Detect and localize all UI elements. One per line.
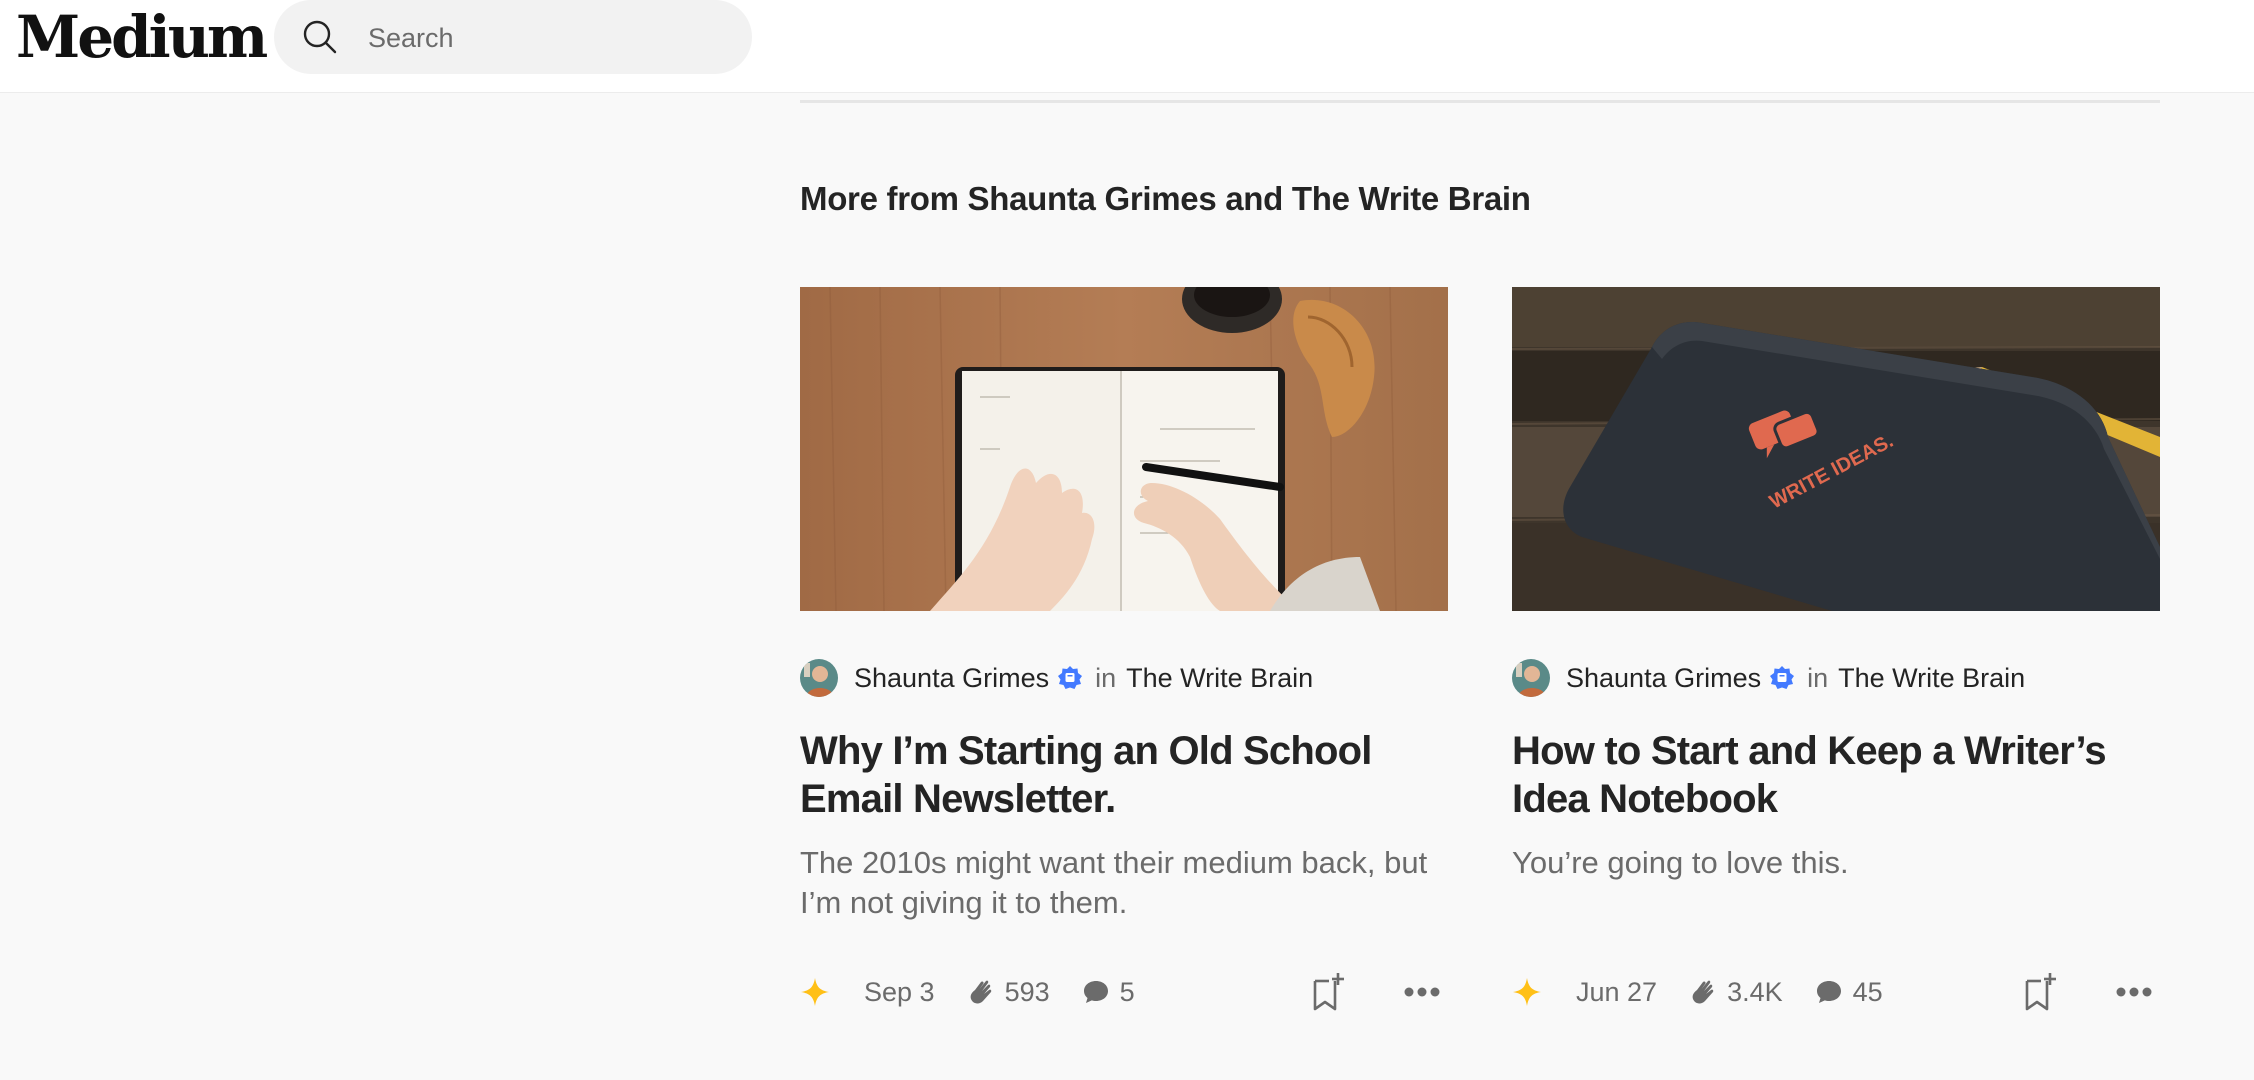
article-thumbnail-write-ideas[interactable]: WRITE IDEAS.: [1512, 287, 2160, 611]
search-input[interactable]: [366, 14, 730, 62]
medium-logo[interactable]: Medium: [16, 2, 268, 72]
byline: Shaunta Grimes in The Write Brain: [800, 657, 1448, 699]
top-navigation-bar: Medium: [0, 0, 2254, 93]
article-title[interactable]: Why I’m Starting an Old School Email New…: [800, 727, 1460, 823]
publish-date: Jun 27: [1576, 976, 1658, 1007]
author-avatar[interactable]: [1512, 659, 1550, 697]
clap-icon[interactable]: [967, 976, 999, 1008]
publish-date: Sep 3: [864, 976, 935, 1007]
clap-count: 593: [1004, 976, 1050, 1007]
clap-count: 3.4K: [1727, 976, 1783, 1007]
publication-name[interactable]: The Write Brain: [1126, 663, 1313, 694]
bookmark-add-icon[interactable]: [1312, 972, 1346, 1012]
verified-badge-icon: [1058, 666, 1083, 689]
bookmark-add-icon[interactable]: [2024, 972, 2058, 1012]
response-count: 5: [1119, 976, 1135, 1007]
article-meta: Sep 3 593 5: [800, 967, 1448, 1017]
article-title[interactable]: How to Start and Keep a Writer’s Idea No…: [1512, 727, 2172, 823]
article-card[interactable]: WRITE IDEAS. Shaunta Grimes in The Write…: [1512, 287, 2160, 1011]
section-title: More from Shaunta Grimes and The Write B…: [800, 180, 1531, 217]
author-name[interactable]: Shaunta Grimes: [854, 663, 1049, 694]
article-meta: Jun 27 3.4K 45: [1512, 967, 2160, 1017]
byline: Shaunta Grimes in The Write Brain: [1512, 657, 2160, 699]
search-icon: [303, 20, 337, 54]
response-icon[interactable]: [1082, 978, 1110, 1006]
member-only-star-icon: [801, 978, 829, 1006]
article-card[interactable]: Shaunta Grimes in The Write Brain Why I’…: [800, 287, 1448, 1011]
author-name[interactable]: Shaunta Grimes: [1566, 663, 1761, 694]
response-icon[interactable]: [1815, 978, 1843, 1006]
response-count: 45: [1852, 976, 1883, 1007]
divider: [800, 100, 2160, 103]
more-options-icon[interactable]: [2116, 986, 2152, 998]
article-subtitle[interactable]: The 2010s might want their medium back, …: [800, 843, 1460, 923]
verified-badge-icon: [1770, 666, 1795, 689]
article-subtitle[interactable]: You’re going to love this.: [1512, 843, 2172, 883]
in-label: in: [1807, 662, 1829, 693]
publication-name[interactable]: The Write Brain: [1838, 663, 2025, 694]
clap-icon[interactable]: [1689, 976, 1721, 1008]
article-thumbnail-notebook[interactable]: [800, 287, 1448, 611]
more-options-icon[interactable]: [1404, 986, 1440, 998]
search-box[interactable]: [274, 0, 752, 74]
member-only-star-icon: [1513, 978, 1541, 1006]
author-avatar[interactable]: [800, 659, 838, 697]
in-label: in: [1095, 662, 1117, 693]
